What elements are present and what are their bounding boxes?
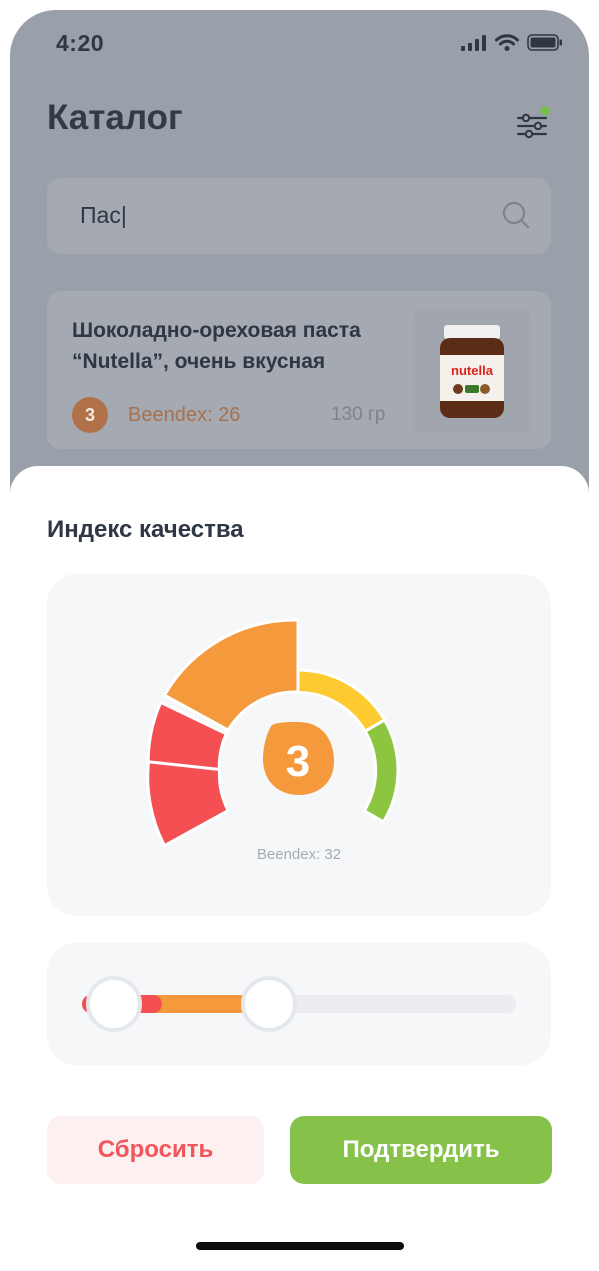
quality-index-sheet: Индекс качества 3 Beendex: 32 Сбросить П… [10, 466, 589, 1271]
confirm-button[interactable]: Подтвердить [290, 1116, 552, 1184]
search-value[interactable]: Пас| [80, 202, 127, 229]
gauge-panel: 3 Beendex: 32 [47, 574, 551, 916]
nutella-logo-text: nutella [451, 363, 494, 378]
wifi-icon [495, 34, 519, 51]
gauge-segment-green [362, 717, 400, 824]
gauge-value: 3 [286, 737, 310, 786]
signal-icon [461, 34, 486, 51]
filter-button[interactable] [512, 106, 552, 146]
product-card[interactable]: Шоколадно-ореховая паста “Nutella”, очен… [47, 291, 551, 449]
product-weight: 130 гр [331, 404, 386, 425]
gauge-segment-red-lower [146, 760, 231, 848]
beendex-score: Beendex: 26 [128, 404, 241, 426]
status-bar: 4:20 [10, 10, 589, 74]
home-indicator [196, 1242, 404, 1250]
reset-button[interactable]: Сбросить [47, 1116, 264, 1184]
nutella-jar-image: nutella [440, 325, 504, 418]
slider-thumb-max[interactable] [240, 976, 297, 1032]
range-slider-panel [47, 943, 551, 1065]
status-time: 4:20 [56, 30, 105, 56]
product-image: nutella [413, 309, 531, 433]
slider-thumb-min[interactable] [86, 976, 142, 1032]
slider-track[interactable] [82, 995, 516, 1013]
search-input[interactable]: Пас| [47, 178, 551, 254]
rating-badge: 3 [72, 397, 108, 433]
page-title: Каталог [47, 98, 183, 137]
catalog-backdrop: 4:20 Каталог Пас| Шоколадно-ореховая пас… [10, 10, 589, 530]
status-icons [461, 34, 563, 51]
app-screen: 4:20 Каталог Пас| Шоколадно-ореховая пас… [10, 10, 589, 1271]
search-icon[interactable] [501, 200, 531, 230]
gauge-caption: Beendex: 32 [256, 846, 342, 863]
battery-icon [527, 34, 562, 51]
gauge-segment-yellow [296, 668, 387, 734]
product-title: Шоколадно-ореховая паста “Nutella”, очен… [72, 319, 361, 373]
filter-active-dot [540, 106, 550, 116]
filter-icon [516, 106, 550, 139]
quality-gauge: 3 [146, 618, 400, 848]
sheet-title: Индекс качества [47, 516, 244, 543]
